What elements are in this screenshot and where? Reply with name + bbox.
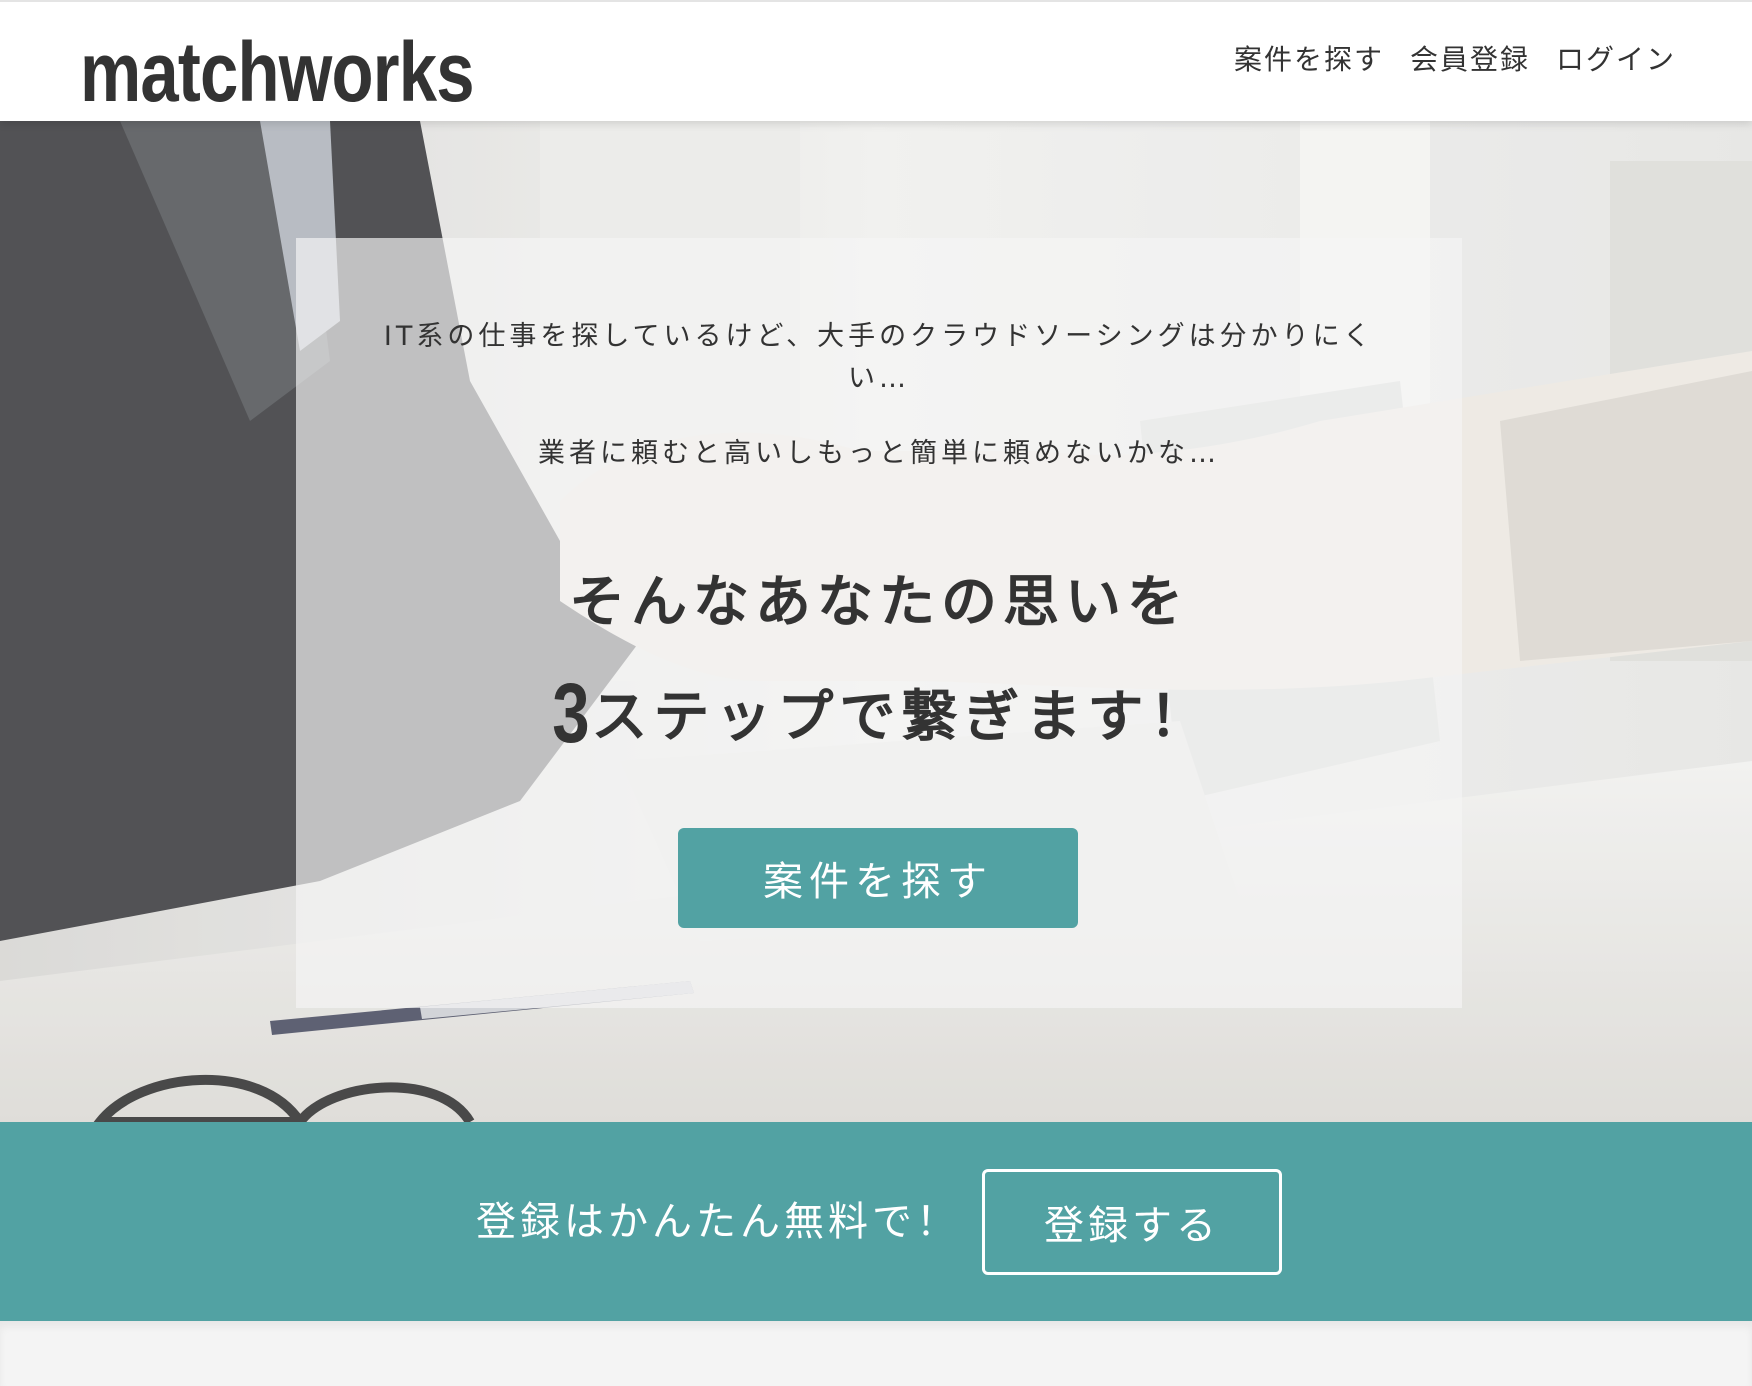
headline-step-number: 3 — [551, 666, 595, 760]
main-nav: 案件を探す 会員登録 ログイン — [1234, 40, 1676, 80]
hero-section: IT系の仕事を探しているけど、大手のクラウドソーシングは分かりにくい… 業者に頼… — [0, 121, 1752, 1122]
register-band-text: 登録はかんたん無料で！ — [476, 1199, 960, 1245]
footer-strip — [0, 1321, 1752, 1386]
page: matchworks 案件を探す 会員登録 ログイン IT系の仕事を探しているけ… — [0, 0, 1752, 1386]
intro-text-1: IT系の仕事を探しているけど、大手のクラウドソーシングは分かりにくい… — [383, 321, 1375, 394]
nav-login[interactable]: ログイン — [1556, 40, 1676, 80]
register-button[interactable]: 登録する — [982, 1169, 1282, 1275]
site-header: matchworks 案件を探す 会員登録 ログイン — [0, 0, 1752, 121]
register-band: 登録はかんたん無料で！ 登録する — [0, 1122, 1752, 1321]
headline-line-2: 3ステップで繋ぎます！ — [296, 666, 1462, 760]
site-logo[interactable]: matchworks — [80, 22, 475, 122]
hero-card: IT系の仕事を探しているけど、大手のクラウドソーシングは分かりにくい… 業者に頼… — [296, 238, 1462, 1008]
find-jobs-button[interactable]: 案件を探す — [678, 828, 1078, 928]
headline-line-2-text: ステップで繋ぎます！ — [591, 685, 1212, 750]
nav-find-jobs[interactable]: 案件を探す — [1234, 40, 1384, 80]
intro-text-2: 業者に頼むと高いしもっと簡単に頼めないかな… — [538, 438, 1220, 469]
nav-register[interactable]: 会員登録 — [1410, 40, 1530, 80]
headline-line-1: そんなあなたの思いを — [569, 570, 1189, 635]
